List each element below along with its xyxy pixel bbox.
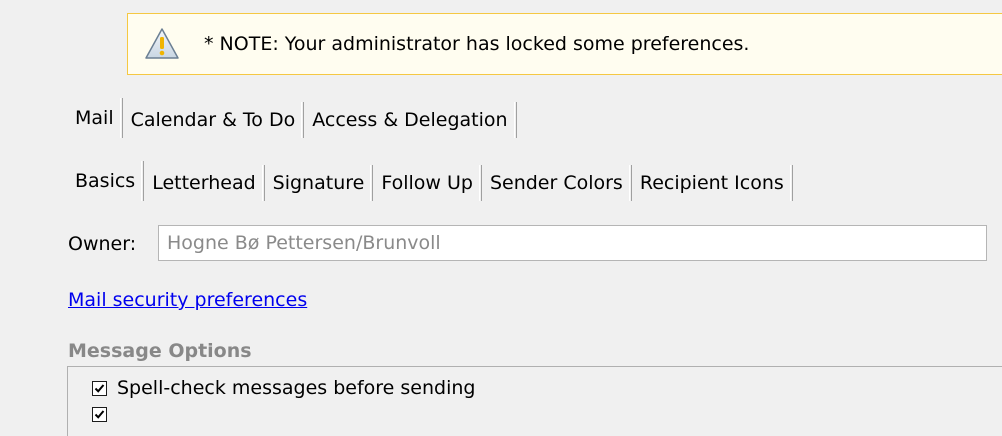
notice-text: * NOTE: Your administrator has locked so… [204,33,750,55]
tab-follow-up[interactable]: Follow Up [373,165,482,201]
owner-field[interactable] [158,225,987,261]
sub-tab-strip: Basics Letterhead Signature Follow Up Se… [67,161,793,201]
spell-check-option[interactable]: Spell-check messages before sending [92,377,475,399]
main-tab-strip: Mail Calendar & To Do Access & Delegatio… [67,98,517,138]
checkmark-icon [94,383,105,393]
owner-label: Owner: [68,233,137,255]
tab-basics[interactable]: Basics [67,161,145,201]
tab-calendar-todo[interactable]: Calendar & To Do [123,102,305,138]
tab-access-delegation[interactable]: Access & Delegation [304,102,517,138]
spell-check-checkbox[interactable] [92,380,107,396]
message-options-heading: Message Options [68,340,252,362]
spell-check-label: Spell-check messages before sending [117,377,476,399]
message-options-group: Spell-check messages before sending [67,366,1002,436]
tab-letterhead[interactable]: Letterhead [144,165,265,201]
mail-security-preferences-link[interactable]: Mail security preferences [68,289,307,311]
tab-signature[interactable]: Signature [265,165,374,201]
tab-sender-colors[interactable]: Sender Colors [482,165,632,201]
admin-lock-notice: * NOTE: Your administrator has locked so… [127,13,1002,75]
tab-mail[interactable]: Mail [67,98,123,138]
tab-recipient-icons[interactable]: Recipient Icons [632,165,793,201]
warning-icon [145,28,179,59]
